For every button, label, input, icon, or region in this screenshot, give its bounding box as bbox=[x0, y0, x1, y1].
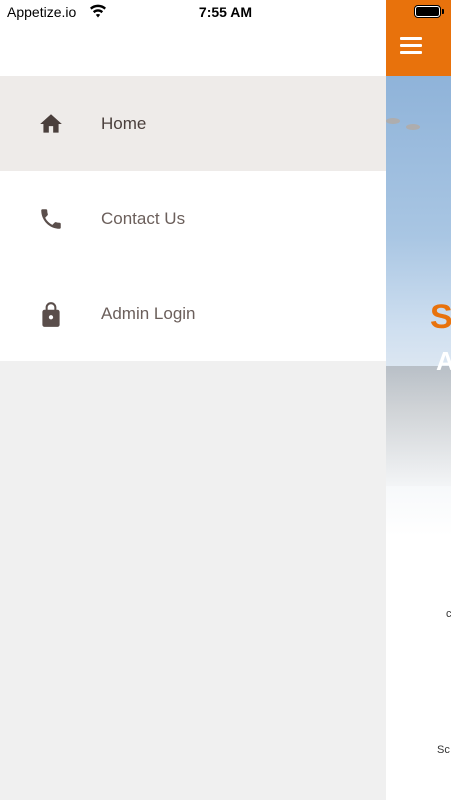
home-icon bbox=[38, 111, 64, 137]
menu-item-label: Admin Login bbox=[101, 303, 196, 323]
menu-item-label: Contact Us bbox=[101, 208, 186, 228]
menu-item-label: Home bbox=[101, 113, 147, 133]
drawer-menu: Home Contact Us Admin Login bbox=[0, 76, 386, 361]
status-time: 7:55 AM bbox=[198, 4, 253, 20]
content-fragment: Sc bbox=[437, 744, 450, 756]
hero-title-fragment: S bbox=[430, 298, 451, 336]
battery-icon bbox=[414, 5, 444, 18]
menu-item-contact-us[interactable]: Contact Us bbox=[0, 171, 386, 266]
status-bar: Appetize.io 7:55 AM bbox=[0, 0, 451, 26]
lock-icon bbox=[38, 301, 64, 327]
phone-icon bbox=[38, 206, 64, 232]
hero-subtitle-fragment: A bbox=[436, 346, 451, 376]
content-fragment: c bbox=[446, 608, 451, 620]
hamburger-menu-icon[interactable] bbox=[400, 37, 422, 55]
menu-item-admin-login[interactable]: Admin Login bbox=[0, 266, 386, 361]
menu-item-home[interactable]: Home bbox=[0, 76, 386, 171]
navigation-drawer: Home Contact Us Admin Login bbox=[0, 0, 386, 800]
